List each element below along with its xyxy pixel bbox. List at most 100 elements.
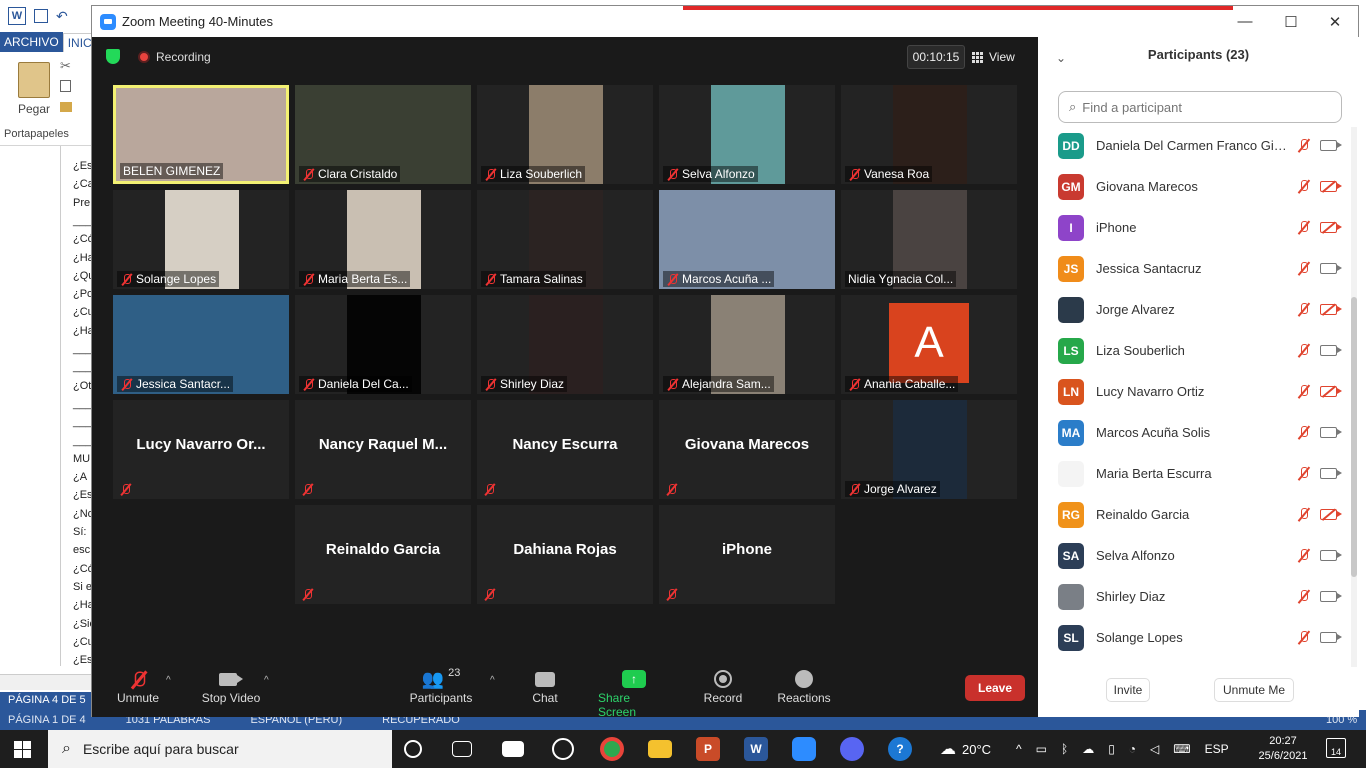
copy-icon[interactable]: [60, 80, 71, 92]
camera-app-icon[interactable]: [502, 741, 524, 757]
view-button[interactable]: View: [972, 45, 1015, 69]
participant-video-tile[interactable]: Jessica Santacr...: [113, 295, 289, 394]
participant-list-item[interactable]: DD Daniela Del Carmen Franco Gim...: [1038, 125, 1348, 166]
file-explorer-icon[interactable]: [648, 740, 672, 758]
zoom-taskbar-icon[interactable]: [792, 737, 816, 761]
taskbar-clock[interactable]: 20:27 25/6/2021: [1258, 734, 1308, 764]
unmute-me-button[interactable]: Unmute Me: [1214, 678, 1294, 702]
volume-icon[interactable]: ◁: [1150, 742, 1159, 756]
reactions-button[interactable]: Reactions: [777, 667, 831, 705]
invite-button[interactable]: Invite: [1106, 678, 1150, 702]
tab-archivo[interactable]: ARCHIVO: [0, 32, 63, 52]
mic-muted-icon: [132, 667, 145, 691]
participant-list-item[interactable]: Shirley Diaz: [1038, 576, 1348, 617]
network-icon[interactable]: ◔: [1129, 742, 1136, 756]
help-icon[interactable]: ?: [888, 737, 912, 761]
participant-list-scrollbar[interactable]: [1351, 127, 1357, 667]
powerpoint-icon[interactable]: P: [696, 737, 720, 761]
horizontal-scrollbar[interactable]: [0, 674, 100, 690]
participant-video-tile[interactable]: Daniela Del Ca...: [295, 295, 471, 394]
obs-icon[interactable]: [552, 738, 574, 760]
stop-video-button[interactable]: Stop Video: [200, 667, 262, 705]
participant-name: Dahiana Rojas: [513, 541, 617, 558]
meet-now-icon[interactable]: ▭: [1036, 742, 1047, 756]
security-shield-icon[interactable]: [106, 49, 120, 64]
bluetooth-icon[interactable]: ᛒ: [1061, 742, 1068, 756]
participant-list-item[interactable]: LN Lucy Navarro Ortiz: [1038, 371, 1348, 412]
participant-video-tile[interactable]: Nancy Raquel M...: [295, 400, 471, 499]
recording-label[interactable]: Recording: [156, 50, 211, 64]
input-language[interactable]: ESP: [1205, 742, 1229, 756]
discord-icon[interactable]: [840, 737, 864, 761]
record-button[interactable]: Record: [703, 667, 743, 705]
participant-video-tile[interactable]: A Anania Caballe...: [841, 295, 1017, 394]
video-options-chevron-icon[interactable]: ^: [264, 675, 269, 686]
participants-button[interactable]: 👥 23 Participants: [408, 667, 474, 705]
participant-list-item[interactable]: LS Liza Souberlich: [1038, 330, 1348, 371]
participant-video-tile[interactable]: Giovana Marecos: [659, 400, 835, 499]
cut-icon[interactable]: ✂: [60, 58, 71, 74]
taskbar-search[interactable]: ⌕ Escribe aquí para buscar: [48, 730, 392, 768]
participant-list-item[interactable]: JS Jessica Santacruz: [1038, 248, 1348, 289]
participant-name: Nidia Ygnacia Col...: [848, 272, 954, 286]
windows-start-icon[interactable]: [14, 741, 31, 758]
participant-list-item[interactable]: RG Reinaldo Garcia: [1038, 494, 1348, 535]
participant-list-item[interactable]: Maria Berta Escurra: [1038, 453, 1348, 494]
participant-video-tile[interactable]: Lucy Navarro Or...: [113, 400, 289, 499]
participant-video-tile[interactable]: Jorge Alvarez: [841, 400, 1017, 499]
participant-video-tile[interactable]: Nidia Ygnacia Col...: [841, 190, 1017, 289]
participant-video-tile[interactable]: Nancy Escurra: [477, 400, 653, 499]
participant-video-tile[interactable]: Solange Lopes: [113, 190, 289, 289]
leave-button[interactable]: Leave: [965, 675, 1025, 701]
participant-video-tile[interactable]: Marcos Acuña ...: [659, 190, 835, 289]
participant-search-input[interactable]: [1082, 99, 1283, 115]
stop-video-label: Stop Video: [201, 691, 261, 705]
unmute-button[interactable]: Unmute: [116, 667, 160, 705]
chat-button[interactable]: Chat: [529, 667, 561, 705]
share-screen-button[interactable]: ↑ Share Screen: [598, 667, 670, 719]
weather-icon[interactable]: ☁: [940, 739, 956, 759]
participants-options-chevron-icon[interactable]: ^: [490, 675, 495, 686]
participant-video-tile[interactable]: Liza Souberlich: [477, 85, 653, 184]
participant-video-tile[interactable]: iPhone: [659, 505, 835, 604]
participant-name-tag: Daniela Del Ca...: [299, 376, 412, 392]
battery-icon[interactable]: ▯: [1108, 742, 1115, 756]
participant-list-item[interactable]: SA Selva Alfonzo: [1038, 535, 1348, 576]
participant-video-tile[interactable]: Clara Cristaldo: [295, 85, 471, 184]
keyboard-icon[interactable]: ⌨: [1173, 742, 1190, 756]
participant-video-tile[interactable]: Dahiana Rojas: [477, 505, 653, 604]
participant-list-item[interactable]: IiPhone: [1038, 207, 1348, 248]
paste-label[interactable]: Pegar: [18, 102, 50, 116]
participant-list-item[interactable]: GM Giovana Marecos: [1038, 166, 1348, 207]
audio-options-chevron-icon[interactable]: ^: [166, 675, 171, 686]
chrome-icon[interactable]: [600, 737, 624, 761]
temperature[interactable]: 20°C: [962, 742, 991, 757]
participant-video-tile[interactable]: Vanesa Roa: [841, 85, 1017, 184]
participant-video-tile[interactable]: Selva Alfonzo: [659, 85, 835, 184]
participant-video-tile[interactable]: Alejandra Sam...: [659, 295, 835, 394]
undo-icon[interactable]: ↶: [56, 8, 68, 25]
close-button[interactable]: ✕: [1312, 6, 1358, 37]
participant-video-tile[interactable]: BELEN GIMENEZ: [113, 85, 289, 184]
participant-list-item[interactable]: SL Solange Lopes: [1038, 617, 1348, 658]
participant-list-item[interactable]: MA Marcos Acuña Solis: [1038, 412, 1348, 453]
participant-search[interactable]: ⌕: [1058, 91, 1342, 123]
status-page: PÁGINA 1 DE 4: [8, 714, 86, 726]
paste-icon[interactable]: [18, 62, 50, 98]
zoom-logo-icon: [100, 13, 116, 30]
cortana-icon[interactable]: [404, 740, 422, 758]
save-icon[interactable]: [34, 9, 48, 23]
minimize-button[interactable]: —: [1222, 6, 1268, 37]
participant-video-tile[interactable]: Reinaldo Garcia: [295, 505, 471, 604]
task-view-icon[interactable]: [452, 741, 472, 757]
show-hidden-icons-chevron-icon[interactable]: ^: [1016, 742, 1022, 756]
format-painter-icon[interactable]: [60, 102, 72, 112]
notifications-icon[interactable]: 14: [1326, 738, 1346, 758]
participant-video-tile[interactable]: Maria Berta Es...: [295, 190, 471, 289]
participant-video-tile[interactable]: Shirley Diaz: [477, 295, 653, 394]
maximize-button[interactable]: ☐: [1268, 6, 1314, 37]
participant-list-item[interactable]: Jorge Alvarez: [1038, 289, 1348, 330]
word-taskbar-icon[interactable]: W: [744, 737, 768, 761]
onedrive-icon[interactable]: ☁: [1082, 742, 1094, 756]
participant-video-tile[interactable]: Tamara Salinas: [477, 190, 653, 289]
